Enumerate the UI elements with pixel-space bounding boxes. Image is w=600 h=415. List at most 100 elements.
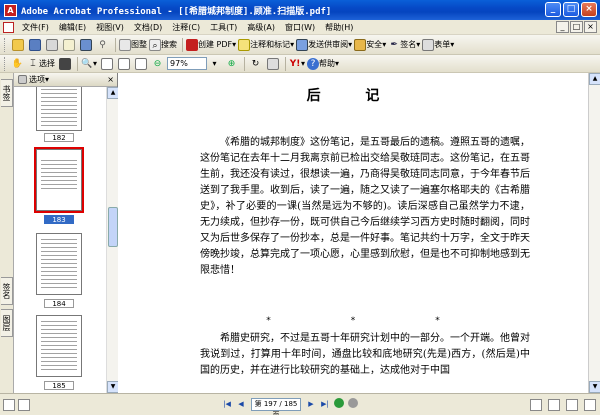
print-button[interactable] <box>44 37 59 52</box>
maximize-button[interactable]: □ <box>563 2 579 17</box>
continuous-facing-icon[interactable] <box>584 398 596 411</box>
menu-help[interactable]: 帮助(H) <box>320 22 358 33</box>
menu-advanced[interactable]: 高级(A) <box>242 22 280 33</box>
tools-button[interactable] <box>265 56 280 71</box>
paperclip-icon: ⚲ <box>99 39 106 50</box>
close-pane-button[interactable]: × <box>107 75 114 84</box>
single-page-icon[interactable] <box>530 398 542 411</box>
secure-button[interactable]: 安全 ▾ <box>354 37 386 52</box>
previous-page-button[interactable]: ◀ <box>234 398 248 411</box>
last-page-button[interactable]: ▶| <box>318 398 332 411</box>
previous-view-button[interactable] <box>332 398 346 411</box>
window-title: Adobe Acrobat Professional - [[希腊城邦制度].顾… <box>21 6 332 17</box>
scroll-up-icon[interactable]: ▲ <box>589 73 600 85</box>
fit-width-button[interactable] <box>133 56 148 71</box>
binoculars-icon <box>79 38 92 51</box>
mdi-minimize-button[interactable]: _ <box>556 21 569 33</box>
zoom-out-button[interactable]: ⊖ <box>150 56 165 71</box>
options-button[interactable]: 选项 <box>29 74 45 85</box>
page-thumbnail-selected[interactable] <box>34 147 84 213</box>
page-title: 后 记 <box>306 88 400 104</box>
page-number-input[interactable]: 第 197 / 185 页 <box>251 398 301 415</box>
hand-tool-button[interactable]: ✋ <box>10 56 25 71</box>
zoom-dropdown[interactable]: ▾ <box>207 56 222 71</box>
rotate-icon: ↻ <box>251 58 260 69</box>
page-thumbnail-label: 183 <box>44 215 74 224</box>
save-button[interactable] <box>27 37 42 52</box>
comment-button[interactable]: 注释和标记 ▾ <box>238 37 294 52</box>
secure-label: 安全 <box>366 40 383 49</box>
actual-size-button[interactable] <box>99 56 114 71</box>
email-button[interactable] <box>61 37 76 52</box>
snapshot-button[interactable] <box>57 56 72 71</box>
yahoo-button[interactable]: Y! ▾ <box>289 56 305 71</box>
menu-document[interactable]: 文档(D) <box>129 22 167 33</box>
first-page-button[interactable]: |◀ <box>220 398 234 411</box>
view-toolbar: ✋ ⌶ 选择 🔍 ▾ ⊖ 97% ▾ ⊕ ↻ Y! ▾ ? 帮助 ▾ <box>0 55 600 73</box>
document-properties-icon[interactable] <box>18 398 30 411</box>
next-view-button[interactable] <box>346 398 360 411</box>
toolbar-separator <box>77 56 78 71</box>
page-thumbnail[interactable] <box>36 233 82 295</box>
menu-file[interactable]: 文件(F) <box>17 22 54 33</box>
page-thumbnail[interactable] <box>36 87 82 131</box>
tab-bookmarks[interactable]: 书签 <box>1 79 13 107</box>
sign-button[interactable]: ✒ 签名 ▾ <box>388 37 420 52</box>
close-button[interactable]: × <box>581 2 597 17</box>
tab-layers[interactable]: 图层 <box>1 309 13 337</box>
title-bar: A Adobe Acrobat Professional - [[希腊城邦制度]… <box>0 0 600 20</box>
organizer-button[interactable]: 图整 <box>119 37 147 52</box>
create-pdf-button[interactable]: 创建 PDF ▾ <box>186 37 236 52</box>
scroll-down-icon[interactable]: ▼ <box>589 381 600 393</box>
menu-view[interactable]: 视图(V) <box>91 22 129 33</box>
open-button[interactable] <box>10 37 25 52</box>
continuous-icon[interactable] <box>548 398 560 411</box>
forms-icon <box>422 38 435 51</box>
hand-icon: ✋ <box>11 58 24 69</box>
help-button[interactable]: ? 帮助 ▾ <box>307 56 339 71</box>
plus-icon: ⊕ <box>227 58 236 69</box>
thumbnail-scrollbar[interactable]: ▲ ▼ <box>106 87 119 393</box>
zoom-in-button[interactable]: ⊕ <box>224 56 239 71</box>
menu-edit[interactable]: 编辑(E) <box>54 22 91 33</box>
status-bar: |◀ ◀ 第 197 / 185 页 ▶ ▶| <box>0 393 600 415</box>
separator-star: * <box>350 316 356 326</box>
page-thumbnail[interactable] <box>36 315 82 377</box>
create-pdf-label: 创建 PDF <box>198 40 233 49</box>
menu-comments[interactable]: 注释(C) <box>167 22 205 33</box>
next-page-button[interactable]: ▶ <box>304 398 318 411</box>
document-scrollbar[interactable]: ▲ ▼ <box>588 73 600 393</box>
menu-window[interactable]: 窗口(W) <box>280 22 320 33</box>
comment-icon <box>238 38 251 51</box>
zoom-input[interactable]: 97% <box>167 57 208 70</box>
facing-icon[interactable] <box>566 398 578 411</box>
toolbar-grip[interactable] <box>4 37 7 52</box>
tab-signatures[interactable]: 签名 <box>1 277 13 305</box>
review-button[interactable]: 发送供审阅 ▾ <box>296 37 352 52</box>
zoom-tool-button[interactable]: 🔍 ▾ <box>81 56 97 71</box>
select-tool-button[interactable]: ⌶ 选择 <box>27 56 55 71</box>
page-layout-icon[interactable] <box>3 398 15 411</box>
document-icon[interactable] <box>3 21 14 33</box>
toolbar-grip[interactable] <box>4 56 7 71</box>
search-web-button[interactable] <box>78 37 93 52</box>
mdi-close-button[interactable]: × <box>584 21 597 33</box>
forms-button[interactable]: 表单 ▾ <box>422 37 454 52</box>
chevron-down-icon: ▾ <box>212 59 217 68</box>
create-pdf-icon <box>186 38 198 51</box>
attach-button[interactable]: ⚲ <box>95 37 110 52</box>
page-icon <box>100 57 113 70</box>
rotate-button[interactable]: ↻ <box>248 56 263 71</box>
thumbnail-pane: 选项 ▾ × 182 183 184 185 ▲ ▼ <box>14 73 119 393</box>
menu-tools[interactable]: 工具(T) <box>205 22 242 33</box>
scrollbar-thumb[interactable] <box>108 207 118 247</box>
mdi-restore-button[interactable]: □ <box>570 21 583 33</box>
help-icon: ? <box>307 57 320 70</box>
fit-width-icon <box>134 57 147 70</box>
fit-page-button[interactable] <box>116 56 131 71</box>
minimize-button[interactable]: _ <box>545 2 561 17</box>
search-button[interactable]: ⌕ 搜索 <box>149 37 177 52</box>
document-view[interactable]: 后 记 《希腊的城邦制度》这份笔记，是五哥最后的遗稿。遵照五哥的遗嘱，这份笔记在… <box>118 73 588 393</box>
tools-icon <box>266 57 279 70</box>
toolbar-separator <box>115 37 116 52</box>
